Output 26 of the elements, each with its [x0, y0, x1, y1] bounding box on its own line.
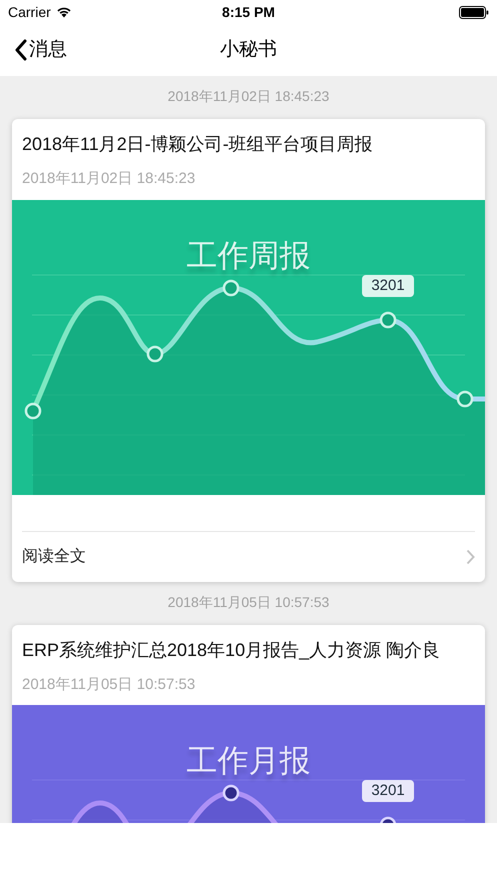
message-timestamp: 2018年11月02日 18:45:23 [166, 87, 330, 106]
data-point [24, 402, 42, 419]
nav-title: 小秘书 [220, 38, 277, 62]
cover-title: 工作周报 [186, 236, 312, 274]
card-date: 2018年11月02日 18:45:23 [21, 169, 196, 189]
data-point [456, 390, 474, 407]
back-button[interactable]: 消息 [14, 36, 67, 64]
battery-icon [459, 6, 489, 18]
value-callout: 3201 [362, 780, 414, 802]
data-point [222, 279, 240, 296]
card-title: ERP系统维护汇总2018年10月报告_人力资源 陶介良 [21, 638, 442, 662]
data-point [380, 816, 396, 823]
wifi-icon [56, 6, 72, 18]
back-chevron-icon [14, 39, 27, 61]
data-point [146, 345, 164, 362]
card-date: 2018年11月05日 10:57:53 [21, 674, 196, 694]
carrier-name: Carrier [8, 2, 51, 22]
value-callout: 3201 [362, 274, 414, 296]
cover-title: 工作月报 [186, 742, 312, 780]
chevron-right-icon [466, 548, 475, 564]
data-point [380, 311, 396, 328]
data-point [222, 784, 240, 802]
card-title: 2018年11月2日-博颖公司-班组平台项目周报 [21, 133, 374, 156]
read-more-link[interactable]: 阅读全文 [22, 532, 475, 582]
message-timestamp: 2018年11月05日 10:57:53 [166, 592, 330, 612]
status-time: 8:15 PM [222, 2, 275, 22]
